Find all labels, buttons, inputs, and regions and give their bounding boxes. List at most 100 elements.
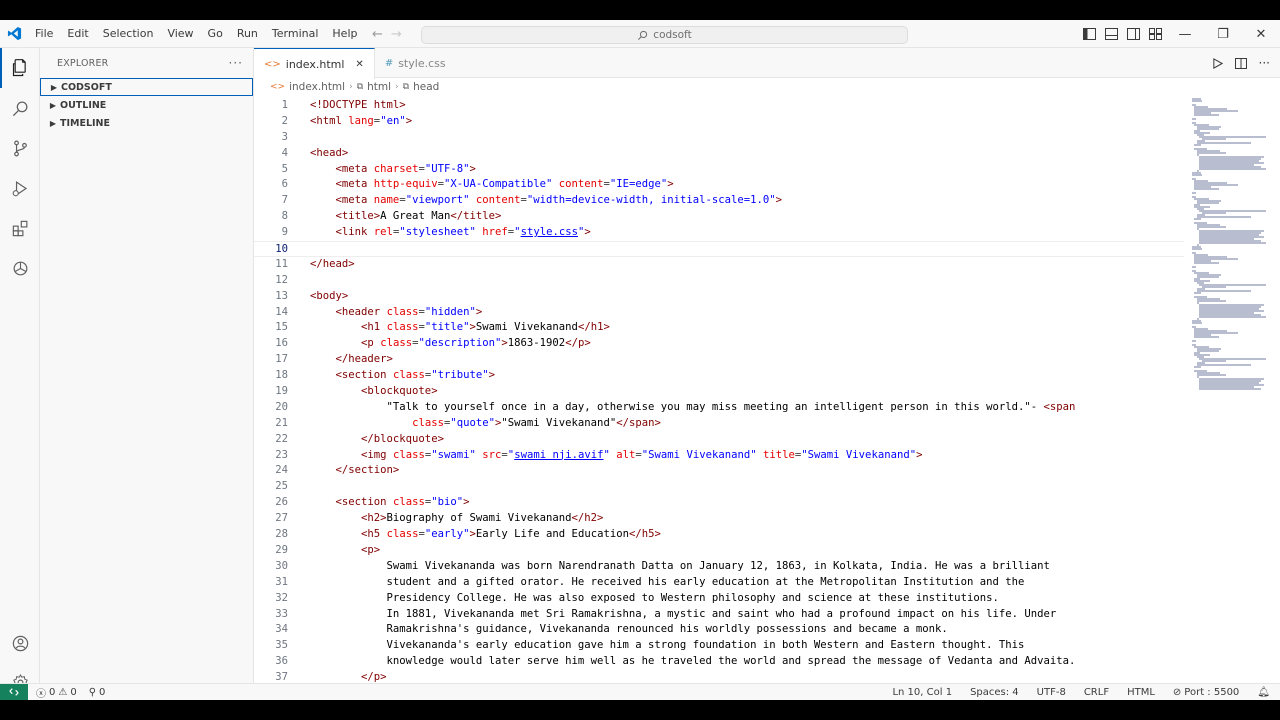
encoding[interactable]: UTF-8 <box>1037 687 1066 698</box>
minimap-line <box>1199 316 1267 318</box>
chevron-right-icon: ▶ <box>49 100 57 110</box>
breadcrumb-item[interactable]: head <box>413 81 439 93</box>
line-number: 21 <box>275 416 288 429</box>
chevron-right-icon: ▶ <box>49 118 57 128</box>
radio-tower-icon: ⚲ <box>88 686 97 698</box>
minimap-line <box>1192 248 1202 250</box>
restore-icon[interactable]: ❐ <box>1204 20 1242 48</box>
menu-view[interactable]: View <box>160 20 200 48</box>
end-of-line[interactable]: CRLF <box>1084 687 1109 698</box>
run-and-debug-icon[interactable] <box>0 168 40 208</box>
code-line: 14 <header class="hidden"> <box>254 305 1184 321</box>
sidebar-title: EXPLORER <box>57 57 109 69</box>
back-arrow-icon[interactable]: ← <box>372 27 383 42</box>
toggle-primary-sidebar-icon[interactable] <box>1081 26 1097 42</box>
menu-help[interactable]: Help <box>325 20 364 48</box>
toggle-panel-icon[interactable] <box>1103 26 1119 42</box>
extensions-icon[interactable] <box>0 208 40 248</box>
breadcrumb-item[interactable]: index.html <box>289 81 345 93</box>
vscode-logo-icon <box>0 20 28 48</box>
code-line: 27 <h2>Biography of Swami Vivekanand</h2… <box>254 511 1184 527</box>
more-actions-icon[interactable]: ··· <box>1259 56 1270 70</box>
toggle-secondary-sidebar-icon[interactable] <box>1125 26 1141 42</box>
accounts-icon[interactable] <box>0 623 40 663</box>
problems-indicator[interactable]: ⓧ 0 ⚠ 0 <box>36 685 77 700</box>
section-outline[interactable]: ▶ OUTLINE <box>40 96 253 114</box>
minimap-line <box>1194 188 1220 190</box>
minimap-line <box>1194 114 1220 116</box>
language-mode[interactable]: HTML <box>1127 687 1155 698</box>
more-actions-icon[interactable]: ··· <box>229 56 243 70</box>
line-number: 23 <box>275 448 288 461</box>
section-codsoft[interactable]: ▶ CODSOFT <box>40 78 253 96</box>
close-tab-icon[interactable]: ✕ <box>355 59 363 70</box>
line-number: 4 <box>281 146 288 159</box>
minimap-line <box>1194 144 1201 146</box>
section-label: TIMELINE <box>60 117 110 129</box>
forward-arrow-icon[interactable]: → <box>391 27 402 42</box>
minimap-line <box>1199 388 1262 390</box>
notifications-bell-icon[interactable]: 🔔︎ <box>1257 687 1270 698</box>
tab-style-css[interactable]: # style.css <box>375 48 456 78</box>
customize-layout-icon[interactable] <box>1147 26 1163 42</box>
warning-icon: ⚠ <box>58 686 68 698</box>
line-number: 13 <box>275 289 288 302</box>
vertical-scrollbar[interactable] <box>1268 98 1280 683</box>
run-code-icon[interactable] <box>1212 57 1223 69</box>
minimap[interactable] <box>1192 98 1270 398</box>
code-editor[interactable]: 1 <!DOCTYPE html> 2 <html lang="en"> 3 4 <h… <box>254 98 1184 683</box>
menu-bar: File Edit Selection View Go Run Terminal… <box>28 20 364 48</box>
code-line: 24 </section> <box>254 463 1184 479</box>
editor-area: <> index.html ✕ # style.css ··· <> index… <box>254 48 1280 683</box>
line-number: 7 <box>281 194 288 207</box>
menu-file[interactable]: File <box>28 20 60 48</box>
minimap-line <box>1196 374 1226 376</box>
indentation[interactable]: Spaces: 4 <box>970 687 1019 698</box>
minimap-line <box>1196 290 1252 292</box>
vscode-window: File Edit Selection View Go Run Terminal… <box>0 20 1280 700</box>
cursor-position[interactable]: Ln 10, Col 1 <box>892 687 952 698</box>
menu-selection[interactable]: Selection <box>96 20 161 48</box>
close-window-icon[interactable]: ✕ <box>1242 20 1280 48</box>
remote-indicator-icon[interactable] <box>0 683 28 700</box>
line-number: 32 <box>275 591 288 604</box>
line-number: 15 <box>275 321 288 334</box>
layout-controls <box>1081 20 1163 48</box>
line-number: 37 <box>275 671 288 683</box>
section-timeline[interactable]: ▶ TIMELINE <box>40 114 253 132</box>
split-editor-icon[interactable] <box>1234 57 1247 69</box>
window-controls: — ❐ ✕ <box>1166 20 1280 48</box>
ports-indicator[interactable]: ⚲ 0 <box>89 687 106 698</box>
tab-index-html[interactable]: <> index.html ✕ <box>254 48 375 79</box>
code-line: 17 </header> <box>254 352 1184 368</box>
code-line: 1 <!DOCTYPE html> <box>254 98 1184 114</box>
menu-run[interactable]: Run <box>230 20 265 48</box>
error-icon: ⓧ <box>36 688 46 700</box>
search-icon[interactable] <box>0 88 40 128</box>
search-icon <box>638 30 648 40</box>
code-line: 31 student and a gifted orator. He recei… <box>254 575 1184 591</box>
menu-terminal[interactable]: Terminal <box>265 20 326 48</box>
chatgpt-extension-icon[interactable] <box>0 248 40 288</box>
code-line: 13 <body> <box>254 289 1184 305</box>
breadcrumb-item[interactable]: html <box>367 81 391 93</box>
menu-go[interactable]: Go <box>201 20 230 48</box>
minimap-line <box>1192 322 1202 324</box>
command-center-search[interactable]: codsoft <box>421 26 908 44</box>
line-number: 36 <box>275 655 288 668</box>
minimap-line <box>1196 276 1220 278</box>
css-file-icon: # <box>384 57 394 69</box>
title-bar: File Edit Selection View Go Run Terminal… <box>0 20 1280 48</box>
section-label: CODSOFT <box>61 81 112 93</box>
minimap-line <box>1196 128 1220 130</box>
code-line: 8 <title>A Great Man</title> <box>254 209 1184 225</box>
source-control-icon[interactable] <box>0 128 40 168</box>
line-number: 31 <box>275 575 288 588</box>
explorer-icon[interactable] <box>0 48 40 88</box>
minimize-icon[interactable]: — <box>1166 20 1204 48</box>
menu-edit[interactable]: Edit <box>60 20 95 48</box>
editor-tabs: <> index.html ✕ # style.css ··· <box>254 48 1280 79</box>
minimap-line <box>1196 142 1252 144</box>
live-server-port[interactable]: ⊘ Port : 5500 <box>1173 687 1239 698</box>
line-number: 1 <box>281 99 288 111</box>
